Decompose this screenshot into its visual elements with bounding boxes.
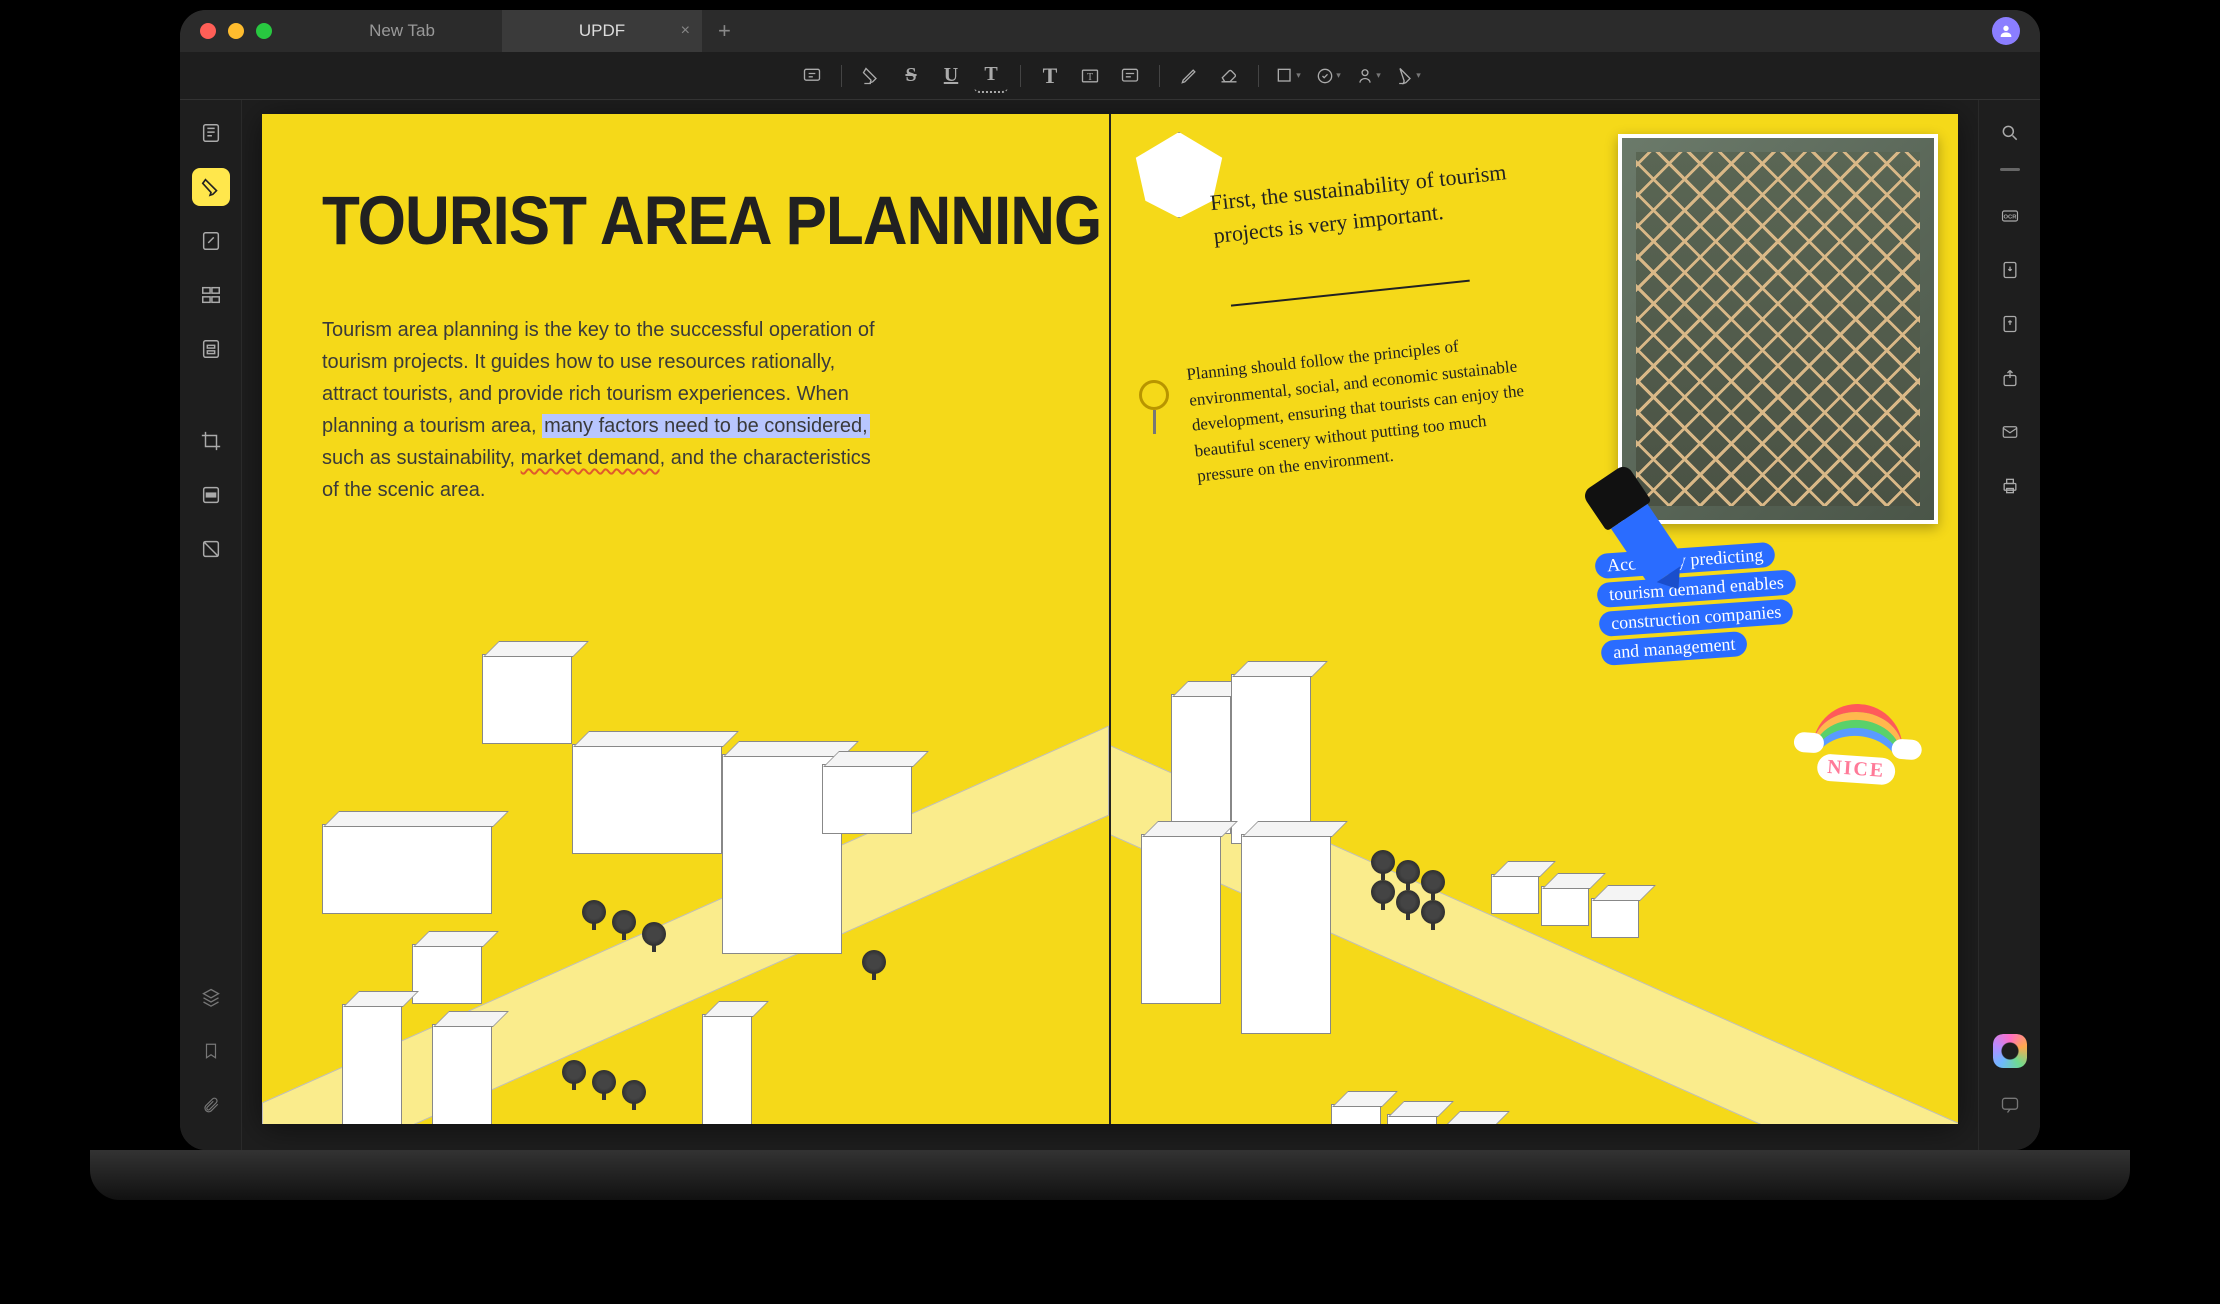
page-spread: TOURIST AREA PLANNING Tourism area plann…: [262, 114, 1958, 1124]
annotate-mode-icon[interactable]: [192, 168, 230, 206]
body-text-segment: such as sustainability,: [322, 447, 521, 469]
comment-tool-icon[interactable]: [795, 59, 829, 93]
handwritten-note-2[interactable]: Planning should follow the principles of…: [1185, 327, 1536, 489]
reader-mode-icon[interactable]: [192, 114, 230, 152]
textbox-tool-icon[interactable]: T: [1073, 59, 1107, 93]
sticker-tool-icon[interactable]: ▾: [1391, 59, 1425, 93]
organize-mode-icon[interactable]: [192, 276, 230, 314]
svg-text:OCR: OCR: [2003, 215, 2017, 221]
illustration-city-left: [262, 564, 1109, 1124]
tab-new[interactable]: New Tab: [302, 10, 502, 52]
pushpin-sticker[interactable]: [1139, 380, 1175, 430]
form-mode-icon[interactable]: [192, 330, 230, 368]
pencil-tool-icon[interactable]: [1172, 59, 1206, 93]
eraser-tool-icon[interactable]: [1212, 59, 1246, 93]
search-icon[interactable]: [1991, 114, 2029, 152]
stamp-tool-icon[interactable]: ▾: [1311, 59, 1345, 93]
ai-assistant-icon[interactable]: [1991, 1032, 2029, 1070]
svg-text:T: T: [1087, 72, 1093, 83]
document-canvas[interactable]: TOURIST AREA PLANNING Tourism area plann…: [242, 100, 1978, 1150]
handwritten-note-1[interactable]: First, the sustainability of tourism pro…: [1208, 154, 1523, 252]
highlight-tool-icon[interactable]: [854, 59, 888, 93]
tab-active[interactable]: UPDF ×: [502, 10, 702, 52]
construction-photo[interactable]: [1618, 134, 1938, 524]
crop-tool-icon[interactable]: [192, 422, 230, 460]
page-left[interactable]: TOURIST AREA PLANNING Tourism area plann…: [262, 114, 1111, 1124]
redact-tool-icon[interactable]: [192, 476, 230, 514]
tab-label: UPDF: [579, 21, 625, 41]
email-icon[interactable]: [1991, 413, 2029, 451]
underline-tool-icon[interactable]: U: [934, 59, 968, 93]
new-tab-button[interactable]: +: [702, 18, 747, 44]
page-right[interactable]: First, the sustainability of tourism pro…: [1111, 114, 1958, 1124]
highlighted-text[interactable]: many factors need to be considered,: [542, 414, 870, 438]
maximize-window-button[interactable]: [256, 23, 272, 39]
tab-strip: New Tab UPDF × +: [302, 10, 747, 52]
print-icon[interactable]: [1991, 467, 2029, 505]
export-icon[interactable]: [1991, 305, 2029, 343]
window-controls: [200, 23, 272, 39]
chat-icon[interactable]: [1991, 1086, 2029, 1124]
share-icon[interactable]: [1991, 359, 2029, 397]
sticky-note-tool-icon[interactable]: [1113, 59, 1147, 93]
signature-tool-icon[interactable]: ▾: [1351, 59, 1385, 93]
close-window-button[interactable]: [200, 23, 216, 39]
shape-tool-icon[interactable]: ▾: [1271, 59, 1305, 93]
tab-label: New Tab: [369, 21, 435, 41]
layers-icon[interactable]: [192, 978, 230, 1016]
left-sidebar: [180, 100, 242, 1150]
close-tab-icon[interactable]: ×: [681, 22, 690, 40]
squiggle-text[interactable]: market demand: [521, 447, 660, 469]
titlebar: New Tab UPDF × +: [180, 10, 2040, 52]
ocr-export-icon[interactable]: OCR: [1991, 197, 2029, 235]
attachments-icon[interactable]: [192, 1086, 230, 1124]
strikethrough-tool-icon[interactable]: S: [894, 59, 928, 93]
document-body: Tourism area planning is the key to the …: [322, 314, 882, 506]
right-sidebar: OCR: [1978, 100, 2040, 1150]
ocr-tool-icon[interactable]: [192, 530, 230, 568]
sidebar-collapse-icon[interactable]: [2000, 168, 2020, 171]
edit-mode-icon[interactable]: [192, 222, 230, 260]
user-avatar[interactable]: [1992, 17, 2020, 45]
minimize-window-button[interactable]: [228, 23, 244, 39]
illustration-city-right: [1111, 644, 1958, 1124]
text-tool-icon[interactable]: T: [1033, 59, 1067, 93]
convert-icon[interactable]: [1991, 251, 2029, 289]
text-markup-tool-icon[interactable]: T: [974, 59, 1008, 93]
device-base: [90, 1150, 2130, 1200]
document-title: TOURIST AREA PLANNING: [322, 182, 1101, 260]
annotation-toolbar: S U T T T ▾ ▾ ▾ ▾: [180, 52, 2040, 100]
bookmarks-icon[interactable]: [192, 1032, 230, 1070]
